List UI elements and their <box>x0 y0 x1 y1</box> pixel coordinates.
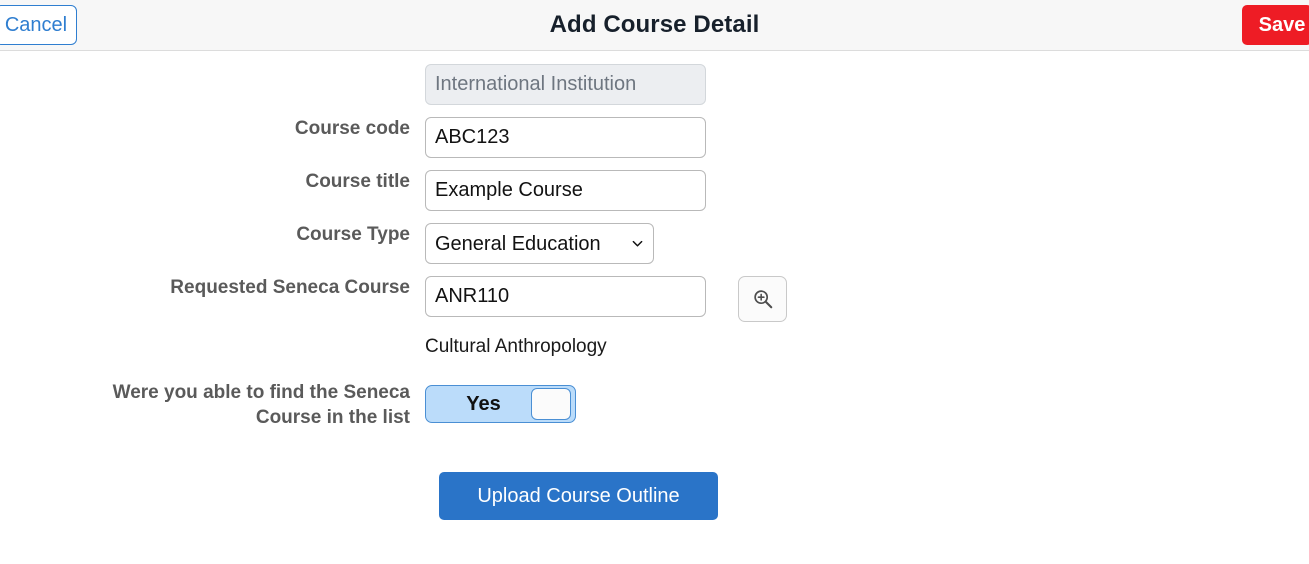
upload-course-outline-button[interactable]: Upload Course Outline <box>439 472 718 520</box>
header-bar: Cancel Add Course Detail Save <box>0 0 1309 51</box>
found-course-toggle[interactable]: Yes <box>425 385 576 423</box>
found-course-label-line2: Course in the list <box>255 407 410 428</box>
course-code-label: Course code <box>294 118 410 139</box>
course-lookup-result: Cultural Anthropology <box>425 336 607 357</box>
save-button[interactable]: Save <box>1242 5 1309 45</box>
page-title: Add Course Detail <box>549 11 760 38</box>
requested-seneca-course-label: Requested Seneca Course <box>170 277 410 298</box>
requested-course-input-group <box>425 276 1309 322</box>
course-type-select[interactable]: General Education <box>425 223 654 264</box>
form-row-course-title: Course title <box>0 170 1309 211</box>
requested-seneca-course-input[interactable] <box>425 276 706 317</box>
course-title-label: Course title <box>305 171 410 192</box>
course-title-input[interactable] <box>425 170 706 211</box>
form-row-institution <box>0 64 1309 105</box>
form-row-found-course: Were you able to find the Seneca Course … <box>0 380 1309 430</box>
form-row-course-code: Course code <box>0 117 1309 158</box>
course-detail-form: Course code Course title Course Type Gen… <box>0 51 1309 520</box>
found-course-label: Were you able to find the Seneca Course … <box>0 380 425 430</box>
search-zoom-in-icon <box>753 290 772 309</box>
toggle-knob[interactable] <box>531 388 571 420</box>
course-code-input[interactable] <box>425 117 706 158</box>
form-row-requested-seneca-course: Requested Seneca Course Cultural Anthrop… <box>0 276 1309 358</box>
form-row-course-type: Course Type General Education <box>0 223 1309 264</box>
found-course-toggle-value: Yes <box>466 392 501 415</box>
found-course-label-line1: Were you able to find the Seneca <box>112 382 410 403</box>
institution-input <box>425 64 706 105</box>
upload-row: Upload Course Outline <box>0 472 1309 520</box>
search-course-button[interactable] <box>738 276 787 322</box>
course-type-label: Course Type <box>296 224 410 245</box>
